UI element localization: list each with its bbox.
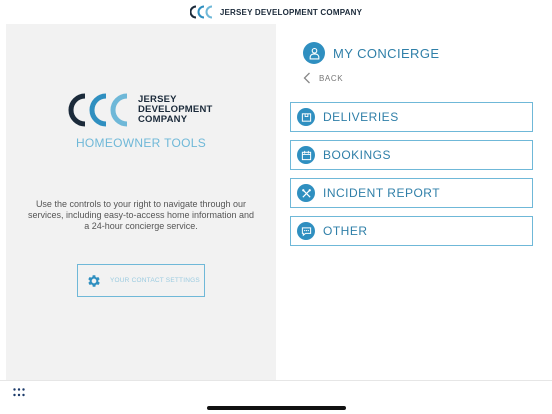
back-button[interactable]: BACK [303,72,343,84]
left-panel: JERSEY DEVELOPMENT COMPANY HOMEOWNER TOO… [6,24,276,380]
chevron-left-icon [303,72,310,84]
tools-icon [297,184,315,202]
menu-item-label: OTHER [323,224,368,238]
calendar-icon [297,146,315,164]
company-logo: JERSEY DEVELOPMENT COMPANY [68,82,228,138]
grid-menu-icon[interactable] [13,388,25,397]
brand-name: JERSEY DEVELOPMENT COMPANY [219,7,363,17]
intro-text: Use the controls to your right to naviga… [27,199,255,231]
contact-settings-button[interactable]: YOUR CONTACT SETTINGS [77,264,205,297]
home-indicator[interactable] [207,406,346,410]
concierge-header: MY CONCIERGE [303,42,439,64]
chat-icon [297,222,315,240]
top-bar: JERSEY DEVELOPMENT COMPANY [0,0,552,24]
menu-item-other[interactable]: OTHER [290,216,533,246]
menu-item-incident-report[interactable]: INCIDENT REPORT [290,178,533,208]
menu-item-label: DELIVERIES [323,110,399,124]
jdc-logo-icon [189,5,213,19]
jdc-logo-icon [68,93,128,127]
homeowner-tools-title: HOMEOWNER TOOLS [75,136,207,150]
back-label: BACK [319,73,344,83]
menu-item-bookings[interactable]: BOOKINGS [290,140,533,170]
person-icon [309,47,319,59]
concierge-title: MY CONCIERGE [333,45,440,61]
menu-item-label: INCIDENT REPORT [323,186,441,200]
menu-item-label: BOOKINGS [323,148,392,162]
package-icon [297,108,315,126]
contact-settings-label: YOUR CONTACT SETTINGS [110,277,200,284]
menu-item-deliveries[interactable]: DELIVERIES [290,102,533,132]
logo-line: COMPANY [138,114,188,125]
concierge-avatar [303,42,325,64]
logo-wordmark: JERSEY DEVELOPMENT COMPANY [138,95,213,125]
gear-icon [88,274,100,287]
